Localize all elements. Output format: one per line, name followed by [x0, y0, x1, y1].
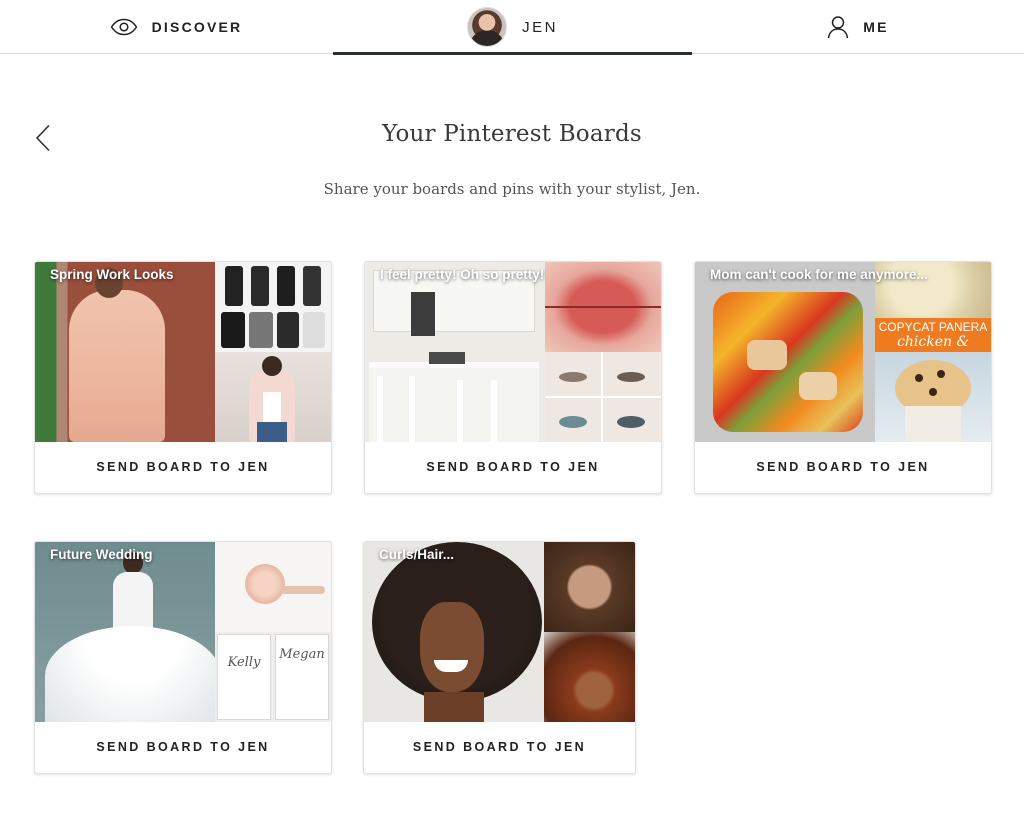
page-title: Your Pinterest Boards: [382, 121, 642, 147]
stylist-avatar: [467, 7, 508, 47]
board-collage[interactable]: COPYCAT PANERA chicken & Mom can't cook …: [695, 262, 991, 442]
board-name: Spring Work Looks: [50, 267, 174, 282]
board-image-main: [35, 262, 215, 442]
board-name: I feel pretty! Oh so pretty!: [380, 267, 545, 282]
send-board-button[interactable]: SEND BOARD TO JEN: [364, 722, 635, 772]
board-name: Curls/Hair...: [379, 547, 455, 562]
board-collage[interactable]: I feel pretty! Oh so pretty!: [365, 262, 661, 442]
nav-me-label: ME: [863, 19, 889, 35]
board-card: Kelly Megan Future Wedding SEND BOARD TO…: [34, 541, 332, 774]
board-image-main: [364, 542, 544, 722]
send-board-button[interactable]: SEND BOARD TO JEN: [695, 442, 991, 492]
board-card: I feel pretty! Oh so pretty! SEND BOARD …: [364, 261, 662, 494]
nav-tab-jen[interactable]: JEN: [333, 0, 692, 54]
eye-icon: [110, 18, 138, 36]
board-name: Mom can't cook for me anymore...: [710, 267, 928, 282]
card-name-2: Megan: [279, 647, 325, 662]
board-image-top: [544, 542, 635, 632]
board-image-bottom: [544, 632, 635, 722]
board-image-bottom: [545, 352, 661, 442]
board-card: COPYCAT PANERA chicken & Mom can't cook …: [694, 261, 992, 494]
nav-tab-discover[interactable]: DISCOVER: [0, 0, 352, 54]
image-caption-2: chicken &: [897, 334, 969, 350]
board-image-bottom: [215, 352, 331, 442]
board-collage[interactable]: Curls/Hair...: [364, 542, 635, 722]
board-image-top: [545, 262, 661, 352]
board-image-main: [695, 262, 875, 442]
send-board-button[interactable]: SEND BOARD TO JEN: [35, 442, 331, 492]
board-name: Future Wedding: [50, 547, 153, 562]
board-image-bottom: [875, 352, 991, 442]
nav-tab-me[interactable]: ME: [692, 0, 1024, 54]
board-image-bottom: Kelly Megan: [215, 632, 331, 722]
nav-jen-label: JEN: [522, 18, 558, 36]
board-card: Spring Work Looks SEND BOARD TO JEN: [34, 261, 332, 494]
board-image-top: [215, 262, 331, 352]
top-nav: DISCOVER JEN ME: [0, 0, 1024, 54]
board-image-main: [35, 542, 215, 722]
board-image-top: [215, 542, 331, 632]
send-board-button[interactable]: SEND BOARD TO JEN: [365, 442, 661, 492]
card-name-1: Kelly: [227, 655, 261, 670]
active-tab-indicator: [333, 52, 692, 55]
nav-discover-label: DISCOVER: [151, 19, 243, 35]
page-subtitle: Share your boards and pins with your sty…: [323, 180, 701, 198]
image-caption: COPYCAT PANERA: [878, 320, 988, 334]
board-collage[interactable]: Kelly Megan Future Wedding: [35, 542, 331, 722]
send-board-button[interactable]: SEND BOARD TO JEN: [35, 722, 331, 772]
board-collage[interactable]: Spring Work Looks: [35, 262, 331, 442]
person-icon: [827, 15, 849, 39]
board-card: Curls/Hair... SEND BOARD TO JEN: [363, 541, 636, 774]
board-image-main: [365, 262, 545, 442]
